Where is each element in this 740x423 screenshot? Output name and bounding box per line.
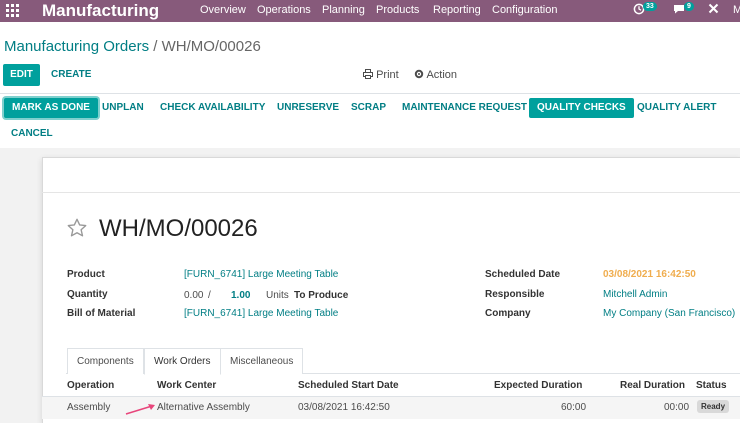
message-count-badge: 9	[684, 2, 694, 11]
breadcrumb-current: WH/MO/00026	[161, 38, 261, 55]
column-real-duration[interactable]: Real Duration	[620, 380, 685, 391]
user-menu[interactable]: M	[733, 4, 740, 16]
apps-menu-icon[interactable]	[6, 4, 19, 17]
menu-products[interactable]: Products	[376, 4, 419, 16]
menu-reporting[interactable]: Reporting	[433, 4, 481, 16]
quality-checks-button[interactable]: QUALITY CHECKS	[529, 98, 634, 118]
mark-as-done-button[interactable]: MARK AS DONE	[4, 98, 98, 118]
quantity-done-value: 0.00	[184, 290, 204, 301]
status-badge: Ready	[697, 400, 730, 413]
breadcrumb: Manufacturing Orders / WH/MO/00026	[4, 38, 261, 55]
responsible-field[interactable]: Mitchell Admin	[603, 289, 667, 300]
menu-planning[interactable]: Planning	[322, 4, 365, 16]
gear-icon	[414, 65, 424, 87]
tools-x-icon[interactable]	[708, 3, 719, 17]
unreserve-button[interactable]: UNRESERVE	[277, 98, 339, 118]
scheduled-date-field[interactable]: 03/08/2021 16:42:50	[603, 269, 696, 280]
company-label: Company	[485, 308, 531, 319]
scheduled-date-label: Scheduled Date	[485, 269, 561, 280]
cell-expected-duration: 60:00	[561, 402, 587, 413]
priority-star-icon[interactable]	[66, 217, 88, 242]
quantity-target-value: 1.00	[231, 290, 251, 301]
bom-field[interactable]: [FURN_6741] Large Meeting Table	[184, 308, 338, 319]
print-label: Print	[376, 69, 399, 81]
quantity-separator: /	[208, 290, 211, 301]
cell-operation: Assembly	[67, 402, 111, 413]
column-scheduled-start[interactable]: Scheduled Start Date	[298, 380, 399, 391]
unplan-button[interactable]: UNPLAN	[102, 98, 144, 118]
quantity-suffix: To Produce	[294, 290, 349, 301]
tab-work-orders[interactable]: Work Orders	[144, 348, 221, 375]
bom-label: Bill of Material	[67, 308, 136, 319]
action-label: Action	[426, 69, 458, 81]
product-label: Product	[67, 269, 105, 280]
scrap-button[interactable]: SCRAP	[351, 98, 386, 118]
annotation-arrow-icon	[124, 402, 158, 419]
tab-miscellaneous[interactable]: Miscellaneous	[220, 348, 304, 374]
top-navbar: Manufacturing Overview Operations Planni…	[0, 0, 740, 22]
column-expected-duration[interactable]: Expected Duration	[494, 380, 582, 391]
company-field[interactable]: My Company (San Francisco)	[603, 308, 735, 319]
print-menu[interactable]: Print	[363, 64, 399, 87]
column-operation[interactable]: Operation	[67, 380, 114, 391]
quantity-label: Quantity	[67, 289, 108, 300]
create-button[interactable]: CREATE	[51, 64, 91, 86]
menu-overview[interactable]: Overview	[200, 4, 246, 16]
sheet-header-divider	[42, 192, 740, 193]
menu-configuration[interactable]: Configuration	[492, 4, 557, 16]
breadcrumb-separator: /	[153, 38, 158, 55]
cancel-button[interactable]: CANCEL	[11, 124, 53, 144]
breadcrumb-manufacturing-orders[interactable]: Manufacturing Orders	[4, 38, 149, 55]
action-menu[interactable]: Action	[414, 64, 457, 87]
cell-scheduled-start: 03/08/2021 16:42:50	[298, 402, 390, 413]
edit-button[interactable]: EDIT	[3, 64, 40, 86]
column-status[interactable]: Status	[696, 380, 727, 391]
menu-operations[interactable]: Operations	[257, 4, 311, 16]
app-brand[interactable]: Manufacturing	[42, 1, 159, 21]
print-icon	[363, 65, 373, 87]
check-availability-button[interactable]: CHECK AVAILABILITY	[160, 98, 265, 118]
maintenance-request-button[interactable]: MAINTENANCE REQUEST	[402, 98, 527, 118]
column-work-center[interactable]: Work Center	[157, 380, 216, 391]
record-title: WH/MO/00026	[99, 215, 258, 242]
quantity-uom[interactable]: Units	[266, 290, 289, 301]
tab-components[interactable]: Components	[67, 348, 144, 374]
responsible-label: Responsible	[485, 289, 545, 300]
product-field[interactable]: [FURN_6741] Large Meeting Table	[184, 269, 338, 280]
cell-work-center: Alternative Assembly	[157, 402, 250, 413]
cell-real-duration: 00:00	[664, 402, 690, 413]
activity-count-badge: 33	[643, 2, 657, 11]
control-divider	[0, 93, 740, 94]
quality-alert-button[interactable]: QUALITY ALERT	[637, 98, 716, 118]
